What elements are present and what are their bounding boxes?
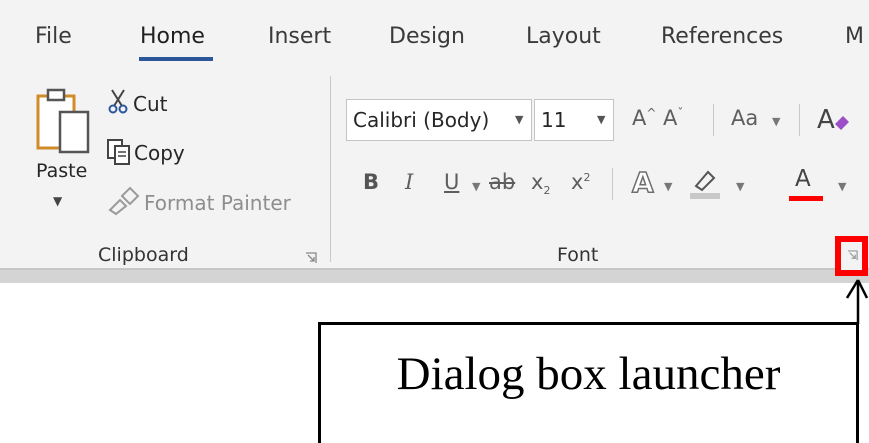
- divider: [713, 104, 714, 136]
- font-name-value: Calibri (Body): [353, 108, 490, 132]
- divider: [612, 168, 613, 200]
- tab-file[interactable]: File: [35, 24, 72, 49]
- annotation-callout-box: Dialog box launcher: [318, 322, 859, 443]
- ribbon-bottom-border: [0, 268, 869, 283]
- chevron-down-icon[interactable]: ▼: [772, 115, 780, 128]
- tab-references[interactable]: References: [661, 24, 783, 49]
- paste-dropdown-icon[interactable]: ▼: [53, 194, 62, 208]
- tab-insert[interactable]: Insert: [268, 24, 331, 49]
- clear-formatting-icon[interactable]: A: [815, 104, 851, 134]
- active-tab-indicator: [139, 57, 213, 61]
- font-color-swatch: [789, 196, 823, 201]
- superscript-button[interactable]: x2: [571, 170, 590, 194]
- subscript-button[interactable]: x2: [531, 170, 550, 197]
- italic-button[interactable]: I: [405, 170, 413, 194]
- cut-button[interactable]: Cut: [133, 92, 167, 116]
- tab-design[interactable]: Design: [389, 24, 465, 49]
- underline-button[interactable]: U: [444, 170, 459, 194]
- tab-layout[interactable]: Layout: [526, 24, 601, 49]
- format-painter-button[interactable]: Format Painter: [144, 191, 291, 215]
- font-size-combobox[interactable]: 11 ▼: [534, 99, 614, 141]
- annotation-text: Dialog box launcher: [396, 348, 781, 400]
- chevron-down-icon[interactable]: ▼: [838, 180, 846, 193]
- font-dialog-launcher-highlight[interactable]: [835, 236, 868, 276]
- svg-text:A: A: [632, 166, 654, 198]
- divider: [799, 104, 800, 136]
- grow-font-button[interactable]: A^: [632, 106, 656, 130]
- highlighter-icon[interactable]: [688, 166, 722, 200]
- paste-icon[interactable]: [36, 86, 92, 156]
- change-case-button[interactable]: Aa: [731, 106, 758, 130]
- font-color-button[interactable]: A: [795, 166, 811, 192]
- dialog-launcher-icon[interactable]: [847, 250, 858, 261]
- chevron-down-icon[interactable]: ▼: [736, 180, 744, 193]
- font-group-label: Font: [557, 244, 599, 266]
- tab-home[interactable]: Home: [140, 24, 205, 49]
- bold-button[interactable]: B: [363, 170, 379, 194]
- clipboard-dialog-launcher-icon[interactable]: [305, 252, 317, 264]
- scissors-icon: [108, 89, 128, 114]
- svg-text:A: A: [817, 105, 835, 134]
- chevron-down-icon[interactable]: ▼: [515, 100, 523, 140]
- copy-icon: [107, 139, 130, 165]
- chevron-down-icon[interactable]: ▼: [664, 180, 672, 193]
- font-name-combobox[interactable]: Calibri (Body) ▼: [346, 99, 532, 141]
- format-painter-icon: [108, 186, 140, 216]
- group-separator: [330, 76, 331, 262]
- paste-button-label[interactable]: Paste: [36, 160, 87, 182]
- copy-button[interactable]: Copy: [134, 141, 185, 165]
- font-size-value: 11: [541, 108, 567, 132]
- shrink-font-button[interactable]: Aˇ: [663, 106, 683, 130]
- text-effects-icon[interactable]: A: [630, 166, 660, 198]
- chevron-down-icon[interactable]: ▼: [597, 100, 605, 140]
- chevron-down-icon[interactable]: ▼: [472, 180, 480, 193]
- clipboard-group-label: Clipboard: [98, 244, 189, 266]
- tab-mailings-partial[interactable]: M: [845, 24, 864, 49]
- strikethrough-button[interactable]: ab: [489, 170, 515, 194]
- callout-arrow: [845, 279, 869, 324]
